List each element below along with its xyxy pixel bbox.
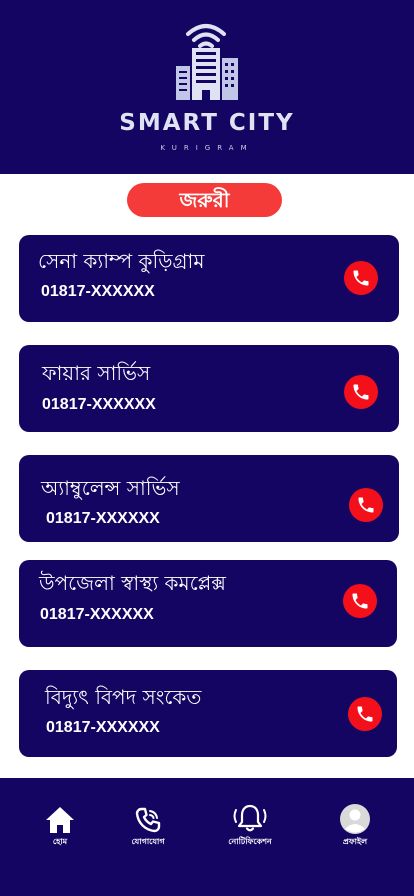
contact-card-fire-service[interactable]: ফায়ার সার্ভিস 01817-XXXXXX: [19, 345, 399, 432]
contact-card-health-complex[interactable]: উপজেলা স্বাস্থ্য কমপ্লেক্স 01817-XXXXXX: [19, 560, 397, 647]
section-title-badge: জরুরী: [127, 183, 282, 217]
call-button[interactable]: [344, 261, 378, 295]
phone-icon: [353, 270, 369, 286]
contact-phone: 01817-XXXXXX: [40, 606, 154, 623]
brand-subtitle: KURIGRAM: [160, 144, 254, 152]
contact-card-army-camp[interactable]: সেনা ক্যাম্প কুড়িগ্রাম 01817-XXXXXX: [19, 235, 399, 322]
phone-icon: [358, 497, 374, 513]
phone-icon: [357, 706, 373, 722]
contact-name: সেনা ক্যাম্প কুড়িগ্রাম: [38, 249, 205, 273]
contact-name: ফায়ার সার্ভিস: [42, 361, 151, 385]
contact-name: উপজেলা স্বাস্থ্য কমপ্লেক্স: [39, 571, 226, 595]
bottom-navigation: হোম যোগাযোগ নোটিফিকেশন প্রফাইল: [0, 778, 414, 896]
phone-icon: [353, 384, 369, 400]
nav-label-profile: প্রফাইল: [342, 837, 368, 846]
call-button[interactable]: [349, 488, 383, 522]
nav-label-notification: নোটিফিকেশন: [228, 837, 272, 846]
contact-name: অ্যাম্বুলেন্স সার্ভিস: [41, 476, 180, 500]
nav-label-contact: যোগাযোগ: [131, 837, 165, 846]
nav-item-contact[interactable]: যোগাযোগ: [108, 778, 188, 896]
contact-phone: 01817-XXXXXX: [46, 719, 160, 736]
call-button[interactable]: [343, 584, 377, 618]
smart-city-logo-icon: [176, 24, 238, 100]
app-header: SMART CITY KURIGRAM: [0, 0, 414, 174]
brand-title: SMART CITY: [119, 110, 295, 136]
contact-phone: 01817-XXXXXX: [41, 283, 155, 300]
call-button[interactable]: [344, 375, 378, 409]
nav-label-home: হোম: [52, 837, 68, 846]
nav-item-notification[interactable]: নোটিফিকেশন: [210, 778, 290, 896]
phone-icon: [135, 807, 161, 833]
contact-card-electricity-hazard[interactable]: বিদ্যুৎ বিপদ সংকেত 01817-XXXXXX: [19, 670, 397, 757]
profile-icon: [340, 804, 370, 834]
nav-item-home[interactable]: হোম: [20, 778, 100, 896]
contact-name: বিদ্যুৎ বিপদ সংকেত: [45, 685, 202, 709]
home-icon: [46, 807, 74, 833]
bell-icon: [233, 804, 267, 832]
contact-phone: 01817-XXXXXX: [42, 396, 156, 413]
contact-card-ambulance-service[interactable]: অ্যাম্বুলেন্স সার্ভিস 01817-XXXXXX: [19, 455, 399, 542]
call-button[interactable]: [348, 697, 382, 731]
nav-item-profile[interactable]: প্রফাইল: [315, 778, 395, 896]
phone-icon: [352, 593, 368, 609]
contact-phone: 01817-XXXXXX: [46, 510, 160, 527]
